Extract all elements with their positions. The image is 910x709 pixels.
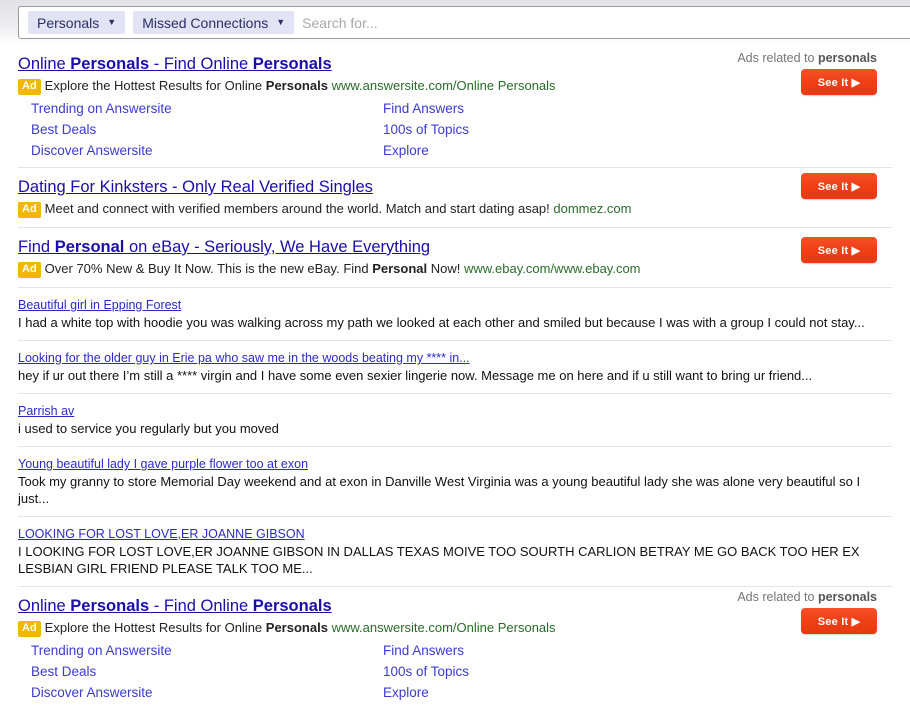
- filter-pill-subcategory-label: Missed Connections: [142, 14, 269, 31]
- ad-display-url[interactable]: www.ebay.com/www.ebay.com: [464, 261, 641, 276]
- ad-description: Ad Meet and connect with verified members…: [18, 200, 892, 218]
- ad-sitelink[interactable]: Discover Answersite: [31, 143, 153, 158]
- organic-title-link[interactable]: LOOKING FOR LOST LOVE,ER JOANNE GIBSON: [18, 527, 305, 541]
- search-toolbar: Personals ▼ Missed Connections ▼: [0, 0, 910, 45]
- ads-related-label: Ads related to personals: [737, 590, 877, 604]
- see-it-button[interactable]: See It ▶: [801, 173, 877, 199]
- ad-result: Find Personal on eBay - Seriously, We Ha…: [18, 227, 892, 287]
- ad-result: Dating For Kinksters - Only Real Verifie…: [18, 167, 892, 227]
- ad-sitelink[interactable]: Explore: [383, 685, 429, 700]
- organic-snippet: i used to service you regularly but you …: [18, 421, 279, 436]
- ad-sitelink[interactable]: Find Answers: [383, 101, 464, 116]
- ads-related-term: personals: [817, 590, 877, 604]
- see-it-button[interactable]: See It ▶: [801, 608, 877, 634]
- ad-description-text: Personal: [372, 261, 428, 276]
- organic-snippet: I had a white top with hoodie you was wa…: [18, 315, 865, 330]
- ad-title-text: Find: [18, 238, 55, 256]
- ad-title-text: Online: [18, 55, 71, 73]
- ad-description-text: Explore the Hottest Results for Online: [44, 78, 266, 93]
- ad-sitelink[interactable]: Discover Answersite: [31, 685, 153, 700]
- ad-title-link[interactable]: Online Personals - Find Online Personals: [18, 597, 332, 615]
- ad-title-text: Dating For Kinksters - Only Real Verifie…: [18, 178, 373, 196]
- organic-snippet: hey if ur out there I’m still a **** vir…: [18, 368, 813, 383]
- organic-result: Parrish av i used to service you regularl…: [18, 393, 892, 446]
- ad-title-text: Personal: [54, 238, 125, 256]
- ad-display-url[interactable]: www.answersite.com/Online Personals: [332, 78, 556, 93]
- organic-snippet: Took my granny to store Memorial Day wee…: [18, 474, 861, 506]
- see-it-button[interactable]: See It ▶: [801, 69, 877, 95]
- ad-sitelink[interactable]: Best Deals: [31, 122, 96, 137]
- ad-title-link[interactable]: Online Personals - Find Online Personals: [18, 55, 332, 73]
- ad-description-text: Now!: [427, 261, 464, 276]
- bottom-ads-block: Ads related to personals See It ▶ Online…: [18, 586, 892, 709]
- search-box[interactable]: Personals ▼ Missed Connections ▼: [18, 6, 910, 39]
- ad-result: Online Personals - Find Online Personals…: [18, 586, 892, 709]
- ad-description-text: Personals: [265, 78, 328, 93]
- ad-badge: Ad: [18, 79, 41, 95]
- ad-sitelink[interactable]: Trending on Answersite: [31, 643, 172, 658]
- ad-description: Ad Over 70% New & Buy It Now. This is the…: [18, 260, 892, 278]
- ad-title-link[interactable]: Dating For Kinksters - Only Real Verifie…: [18, 178, 373, 196]
- organic-result: Young beautiful lady I gave purple flowe…: [18, 446, 892, 516]
- ads-related-term: personals: [817, 51, 877, 65]
- see-it-button[interactable]: See It ▶: [801, 237, 877, 263]
- ads-related-text: Ads related to: [737, 51, 818, 65]
- ad-title-text: Personals: [252, 55, 332, 73]
- ad-title-text: Personals: [70, 597, 150, 615]
- ad-title-text: Online: [18, 597, 71, 615]
- ad-title-text: - Find Online: [149, 597, 253, 615]
- filter-pill-category[interactable]: Personals ▼: [28, 11, 126, 34]
- ad-description-text: Explore the Hottest Results for Online: [44, 620, 266, 635]
- ad-title-text: Personals: [70, 55, 150, 73]
- ad-title-link[interactable]: Find Personal on eBay - Seriously, We Ha…: [18, 238, 430, 256]
- ad-description-text: Meet and connect with verified members a…: [44, 201, 554, 216]
- ad-display-url[interactable]: www.answersite.com/Online Personals: [332, 620, 556, 635]
- top-ads-block: Ads related to personals See It ▶ See It…: [18, 45, 892, 287]
- ads-related-text: Ads related to: [737, 590, 818, 604]
- ad-title-text: on eBay - Seriously, We Have Everything: [124, 238, 431, 256]
- organic-results-list: Beautiful girl in Epping Forest I had a w…: [18, 287, 892, 586]
- ad-badge: Ad: [18, 621, 41, 637]
- ad-sitelink[interactable]: Trending on Answersite: [31, 101, 172, 116]
- filter-pill-subcategory[interactable]: Missed Connections ▼: [133, 11, 295, 34]
- ad-description: Ad Explore the Hottest Results for Online…: [18, 619, 892, 637]
- chevron-down-icon: ▼: [107, 17, 117, 27]
- results-container: Ads related to personals See It ▶ See It…: [0, 45, 910, 709]
- organic-title-link[interactable]: Beautiful girl in Epping Forest: [18, 298, 181, 312]
- ad-description-text: Over 70% New & Buy It Now. This is the n…: [44, 261, 373, 276]
- organic-title-link[interactable]: Parrish av: [18, 404, 74, 418]
- chevron-down-icon: ▼: [276, 17, 286, 27]
- ad-sitelink[interactable]: 100s of Topics: [383, 664, 469, 679]
- ads-related-label: Ads related to personals: [737, 51, 877, 65]
- ad-title-text: Personals: [252, 597, 332, 615]
- ad-description: Ad Explore the Hottest Results for Online…: [18, 77, 892, 95]
- top-ads-list: Online Personals - Find Online Personals…: [18, 45, 892, 287]
- ad-sitelinks: Trending on Answersite Find Answers Best D…: [18, 101, 892, 158]
- ad-title-text: - Find Online: [149, 55, 253, 73]
- ad-sitelink[interactable]: Best Deals: [31, 664, 96, 679]
- organic-result: Beautiful girl in Epping Forest I had a w…: [18, 287, 892, 340]
- ad-sitelink[interactable]: 100s of Topics: [383, 122, 469, 137]
- organic-title-link[interactable]: Young beautiful lady I gave purple flowe…: [18, 457, 308, 471]
- search-input[interactable]: [302, 10, 910, 35]
- ad-display-url[interactable]: dommez.com: [553, 201, 631, 216]
- ad-sitelink[interactable]: Explore: [383, 143, 429, 158]
- ad-badge: Ad: [18, 262, 41, 278]
- bottom-ad-item: Online Personals - Find Online Personals…: [18, 586, 892, 709]
- ad-badge: Ad: [18, 202, 41, 218]
- organic-snippet: I LOOKING FOR LOST LOVE,ER JOANNE GIBSON…: [18, 544, 860, 576]
- ad-sitelink[interactable]: Find Answers: [383, 643, 464, 658]
- filter-pill-category-label: Personals: [37, 14, 100, 31]
- organic-title-link[interactable]: Looking for the older guy in Erie pa who…: [18, 351, 470, 365]
- ad-sitelinks: Trending on Answersite Find Answers Best D…: [18, 643, 892, 700]
- organic-result: LOOKING FOR LOST LOVE,ER JOANNE GIBSON I …: [18, 516, 892, 586]
- organic-result: Looking for the older guy in Erie pa who…: [18, 340, 892, 393]
- ad-description-text: Personals: [265, 620, 328, 635]
